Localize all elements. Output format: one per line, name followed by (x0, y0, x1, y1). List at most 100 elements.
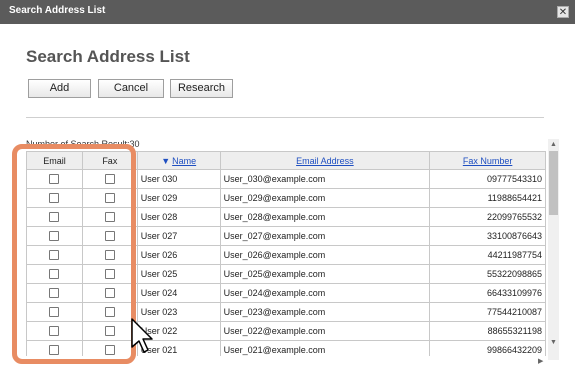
email-checkbox-cell (26, 169, 83, 189)
name-cell: User 026 (136, 245, 221, 265)
scroll-thumb[interactable] (549, 151, 558, 215)
table-row: User 025 User_025@example.com 55322098865 (26, 264, 546, 284)
fax-checkbox[interactable] (104, 288, 115, 299)
email-address-cell: User_024@example.com (219, 283, 431, 303)
email-checkbox-cell (26, 340, 83, 356)
email-address-cell: User_027@example.com (219, 226, 431, 246)
email-checkbox[interactable] (49, 193, 60, 204)
column-header-email: Email (26, 151, 83, 170)
table-row: User 022 User_022@example.com 88655321198 (26, 321, 546, 341)
fax-checkbox[interactable] (104, 326, 115, 337)
fax-checkbox[interactable] (104, 193, 115, 204)
fax-number-cell: 11988654421 (429, 188, 546, 208)
email-address-cell: User_029@example.com (219, 188, 431, 208)
fax-checkbox[interactable] (104, 345, 115, 356)
email-address-cell: User_025@example.com (219, 264, 431, 284)
email-checkbox-cell (26, 188, 83, 208)
fax-number-cell: 66433109976 (429, 283, 546, 303)
email-address-cell: User_030@example.com (219, 169, 431, 189)
fax-number-cell: 99866432209 (429, 340, 546, 356)
column-header-name-label: Name (172, 155, 197, 166)
fax-number-cell: 55322098865 (429, 264, 546, 284)
name-cell: User 025 (136, 264, 221, 284)
add-button[interactable]: Add (28, 79, 91, 98)
fax-checkbox[interactable] (104, 231, 115, 242)
fax-number-cell: 44211987754 (429, 245, 546, 265)
email-checkbox[interactable] (49, 250, 60, 261)
email-checkbox-cell (26, 207, 83, 227)
email-address-cell: User_026@example.com (219, 245, 431, 265)
vertical-scrollbar[interactable]: ▲ ▼ (548, 139, 559, 360)
fax-checkbox-cell (81, 226, 138, 246)
column-header-name[interactable]: ▼ Name (136, 151, 221, 170)
column-header-email-address[interactable]: Email Address (219, 151, 431, 170)
table-row: User 023 User_023@example.com 77544210087 (26, 302, 546, 322)
email-checkbox[interactable] (49, 307, 60, 318)
email-address-cell: User_021@example.com (219, 340, 431, 356)
fax-number-cell: 33100876643 (429, 226, 546, 246)
email-checkbox[interactable] (49, 212, 60, 223)
table-row: User 028 User_028@example.com 22099765532 (26, 207, 546, 227)
name-cell: User 028 (136, 207, 221, 227)
table-row: User 026 User_026@example.com 44211987754 (26, 245, 546, 265)
email-checkbox[interactable] (49, 269, 60, 280)
email-checkbox-cell (26, 264, 83, 284)
table-row: User 027 User_027@example.com 33100876643 (26, 226, 546, 246)
sort-descending-icon: ▼ (161, 155, 171, 166)
fax-number-cell: 77544210087 (429, 302, 546, 322)
research-button[interactable]: Research (170, 79, 233, 98)
close-icon[interactable]: ✕ (557, 6, 569, 18)
fax-checkbox[interactable] (104, 269, 115, 280)
address-table: Email Fax ▼ Name Email Address Fax Number… (26, 151, 546, 356)
column-header-fax: Fax (81, 151, 138, 170)
column-header-fax-number[interactable]: Fax Number (429, 151, 546, 170)
email-address-cell: User_022@example.com (219, 321, 431, 341)
email-checkbox-cell (26, 226, 83, 246)
cancel-button[interactable]: Cancel (98, 79, 164, 98)
email-checkbox-cell (26, 321, 83, 341)
table-row: User 021 User_021@example.com 99866432209 (26, 340, 546, 356)
name-cell: User 024 (136, 283, 221, 303)
fax-number-cell: 22099765532 (429, 207, 546, 227)
window-titlebar: Search Address List ✕ (0, 0, 575, 24)
email-address-cell: User_023@example.com (219, 302, 431, 322)
fax-checkbox-cell (81, 264, 138, 284)
scroll-right-icon[interactable]: ▶ (538, 357, 543, 365)
email-checkbox-cell (26, 302, 83, 322)
address-table-area: Email Fax ▼ Name Email Address Fax Number… (26, 151, 546, 356)
email-checkbox[interactable] (49, 231, 60, 242)
divider (26, 117, 544, 118)
page-title: Search Address List (26, 47, 190, 66)
fax-checkbox-cell (81, 207, 138, 227)
table-row: User 030 User_030@example.com 09777543310 (26, 169, 546, 189)
fax-number-cell: 88655321198 (429, 321, 546, 341)
table-body: User 030 User_030@example.com 09777543310 U… (26, 169, 546, 356)
fax-checkbox[interactable] (104, 250, 115, 261)
search-result-count: Number of Search Result:30 (26, 139, 140, 149)
scroll-up-icon[interactable]: ▲ (548, 139, 559, 150)
table-header-row: Email Fax ▼ Name Email Address Fax Number (26, 151, 546, 170)
email-checkbox-cell (26, 283, 83, 303)
fax-checkbox[interactable] (104, 212, 115, 223)
fax-checkbox-cell (81, 169, 138, 189)
email-checkbox[interactable] (49, 174, 60, 185)
fax-checkbox-cell (81, 188, 138, 208)
email-checkbox[interactable] (49, 345, 60, 356)
email-checkbox-cell (26, 245, 83, 265)
scroll-down-icon[interactable]: ▼ (548, 337, 559, 348)
fax-number-cell: 09777543310 (429, 169, 546, 189)
email-checkbox[interactable] (49, 326, 60, 337)
fax-checkbox-cell (81, 245, 138, 265)
email-address-cell: User_028@example.com (219, 207, 431, 227)
name-cell: User 029 (136, 188, 221, 208)
email-checkbox[interactable] (49, 288, 60, 299)
fax-checkbox[interactable] (104, 307, 115, 318)
table-row: User 024 User_024@example.com 66433109976 (26, 283, 546, 303)
name-cell: User 030 (136, 169, 221, 189)
mouse-pointer-icon (131, 318, 153, 353)
fax-checkbox-cell (81, 283, 138, 303)
window-title: Search Address List (9, 5, 106, 16)
fax-checkbox[interactable] (104, 174, 115, 185)
name-cell: User 027 (136, 226, 221, 246)
table-row: User 029 User_029@example.com 11988654421 (26, 188, 546, 208)
